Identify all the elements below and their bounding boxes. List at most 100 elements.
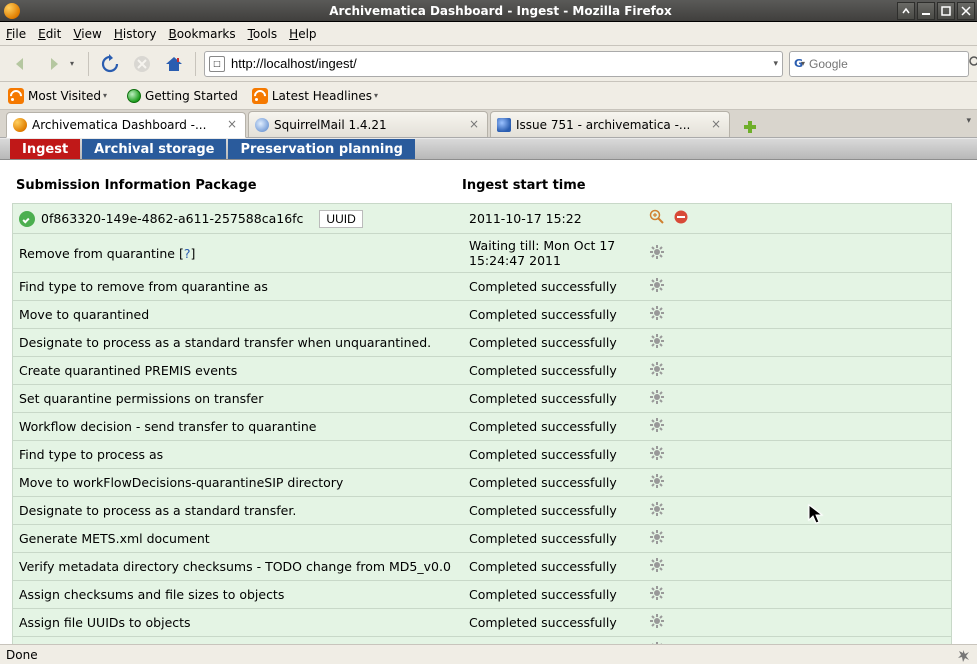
back-button[interactable]	[8, 51, 34, 77]
uuid-button[interactable]: UUID	[319, 210, 362, 228]
window-roll-button[interactable]	[897, 2, 915, 20]
task-row: Find type to remove from quarantine asCo…	[13, 273, 951, 301]
gear-icon[interactable]	[649, 473, 665, 492]
bookmark-label: Most Visited	[28, 89, 101, 103]
gear-icon[interactable]	[649, 361, 665, 380]
app-tabs: Ingest Archival storage Preservation pla…	[0, 138, 977, 160]
menu-file[interactable]: File	[6, 27, 26, 41]
app-tab-preservation[interactable]: Preservation planning	[228, 139, 414, 159]
browser-tab[interactable]: Issue 751 - archivematica -... ×	[490, 111, 730, 137]
toolbar-separator	[195, 52, 196, 76]
url-history-dropdown[interactable]: ▾	[773, 59, 778, 69]
task-name: Set quarantine permissions on transfer	[19, 391, 263, 406]
zoom-icon[interactable]	[649, 209, 665, 228]
task-status: Waiting till: Mon Oct 17 15:24:47 2011	[463, 234, 643, 272]
task-status: Completed successfully	[463, 499, 643, 522]
bookmark-most-visited[interactable]: Most Visited ▾	[8, 88, 113, 104]
chevron-down-icon: ▾	[374, 91, 384, 100]
task-name: Assign checksums and file sizes to objec…	[19, 587, 284, 602]
window-minimize-button[interactable]	[917, 2, 935, 20]
task-name: Generate METS.xml document	[19, 531, 210, 546]
app-tab-ingest[interactable]: Ingest	[10, 139, 80, 159]
reload-button[interactable]	[97, 51, 123, 77]
menu-bookmarks[interactable]: Bookmarks	[169, 27, 236, 41]
home-button[interactable]	[161, 51, 187, 77]
menu-history[interactable]: History	[114, 27, 157, 41]
task-name: Move to workFlowDecisions-quarantineSIP …	[19, 475, 343, 490]
task-row: Verify metadata directory checksums - TO…	[13, 553, 951, 581]
menubar: File Edit View History Bookmarks Tools H…	[0, 22, 977, 46]
remove-icon[interactable]	[673, 209, 689, 228]
task-status: Completed successfully	[463, 303, 643, 326]
tab-close-button[interactable]: ×	[709, 118, 723, 132]
gear-icon[interactable]	[649, 501, 665, 520]
task-name: Remove from quarantine [?]	[19, 246, 195, 261]
gear-icon[interactable]	[649, 277, 665, 296]
task-name: Find type to remove from quarantine as	[19, 279, 268, 294]
task-status: Completed successfully	[463, 443, 643, 466]
gear-icon[interactable]	[649, 244, 665, 263]
task-row: Set quarantine permissions on transferCo…	[13, 385, 951, 413]
gear-icon[interactable]	[649, 641, 665, 644]
url-input[interactable]	[225, 56, 773, 71]
stop-button[interactable]	[129, 51, 155, 77]
task-row: Set file permissionsCompleted successful…	[13, 637, 951, 644]
table-body: 0f863320-149e-4862-a611-257588ca16fc UUI…	[12, 203, 952, 644]
browser-tab[interactable]: Archivematica Dashboard -... ×	[6, 112, 246, 138]
task-name: Workflow decision - send transfer to qua…	[19, 419, 316, 434]
rss-icon	[252, 88, 268, 104]
tab-label: Issue 751 - archivematica -...	[516, 118, 704, 132]
forward-button[interactable]	[40, 51, 66, 77]
task-row: Move to workFlowDecisions-quarantineSIP …	[13, 469, 951, 497]
tab-favicon	[497, 118, 511, 132]
task-status: Completed successfully	[463, 583, 643, 606]
page-scroll[interactable]: Ingest Archival storage Preservation pla…	[0, 138, 977, 644]
search-box[interactable]: G ▾	[789, 51, 969, 77]
site-identity-icon[interactable]: □	[209, 56, 225, 72]
gear-icon[interactable]	[649, 389, 665, 408]
tab-favicon	[13, 118, 27, 132]
task-status: Completed successfully	[463, 415, 643, 438]
url-bar[interactable]: □ ▾	[204, 51, 783, 77]
menu-view[interactable]: View	[73, 27, 101, 41]
menu-tools[interactable]: Tools	[248, 27, 278, 41]
search-input[interactable]	[805, 57, 968, 71]
task-row: Assign file UUIDs to objectsCompleted su…	[13, 609, 951, 637]
task-status: Completed successfully	[463, 471, 643, 494]
gear-icon[interactable]	[649, 305, 665, 324]
sip-start-time: 2011-10-17 15:22	[463, 207, 643, 230]
statusbar: Done	[0, 644, 977, 664]
task-name: Designate to process as a standard trans…	[19, 503, 296, 518]
tab-list-dropdown[interactable]: ▾	[966, 116, 971, 126]
gear-icon[interactable]	[649, 585, 665, 604]
search-go-button[interactable]	[968, 55, 977, 72]
gear-icon[interactable]	[649, 333, 665, 352]
bookmark-label: Latest Headlines	[272, 89, 372, 103]
gear-icon[interactable]	[649, 557, 665, 576]
window-maximize-button[interactable]	[937, 2, 955, 20]
nav-toolbar: ▾ □ ▾ G ▾	[0, 46, 977, 82]
gear-icon[interactable]	[649, 529, 665, 548]
tab-close-button[interactable]: ×	[225, 118, 239, 132]
gear-icon[interactable]	[649, 417, 665, 436]
new-tab-button[interactable]	[740, 117, 760, 137]
browser-tab[interactable]: SquirrelMail 1.4.21 ×	[248, 111, 488, 137]
plugin-icon[interactable]	[957, 648, 971, 662]
folder-icon	[8, 88, 24, 104]
bookmark-getting-started[interactable]: Getting Started	[127, 89, 238, 103]
status-text: Done	[6, 648, 38, 662]
app-tab-archival[interactable]: Archival storage	[82, 139, 226, 159]
menu-edit[interactable]: Edit	[38, 27, 61, 41]
ok-icon	[19, 211, 35, 227]
history-dropdown[interactable]: ▾	[70, 59, 80, 68]
gear-icon[interactable]	[649, 613, 665, 632]
menu-help[interactable]: Help	[289, 27, 316, 41]
browser-tabbar: Archivematica Dashboard -... × SquirrelM…	[0, 110, 977, 138]
task-name: Assign file UUIDs to objects	[19, 615, 191, 630]
bookmark-latest-headlines[interactable]: Latest Headlines ▾	[252, 88, 384, 104]
window-close-button[interactable]	[957, 2, 975, 20]
tab-favicon	[255, 118, 269, 132]
gear-icon[interactable]	[649, 445, 665, 464]
window-title: Archivematica Dashboard - Ingest - Mozil…	[24, 4, 977, 18]
tab-close-button[interactable]: ×	[467, 118, 481, 132]
